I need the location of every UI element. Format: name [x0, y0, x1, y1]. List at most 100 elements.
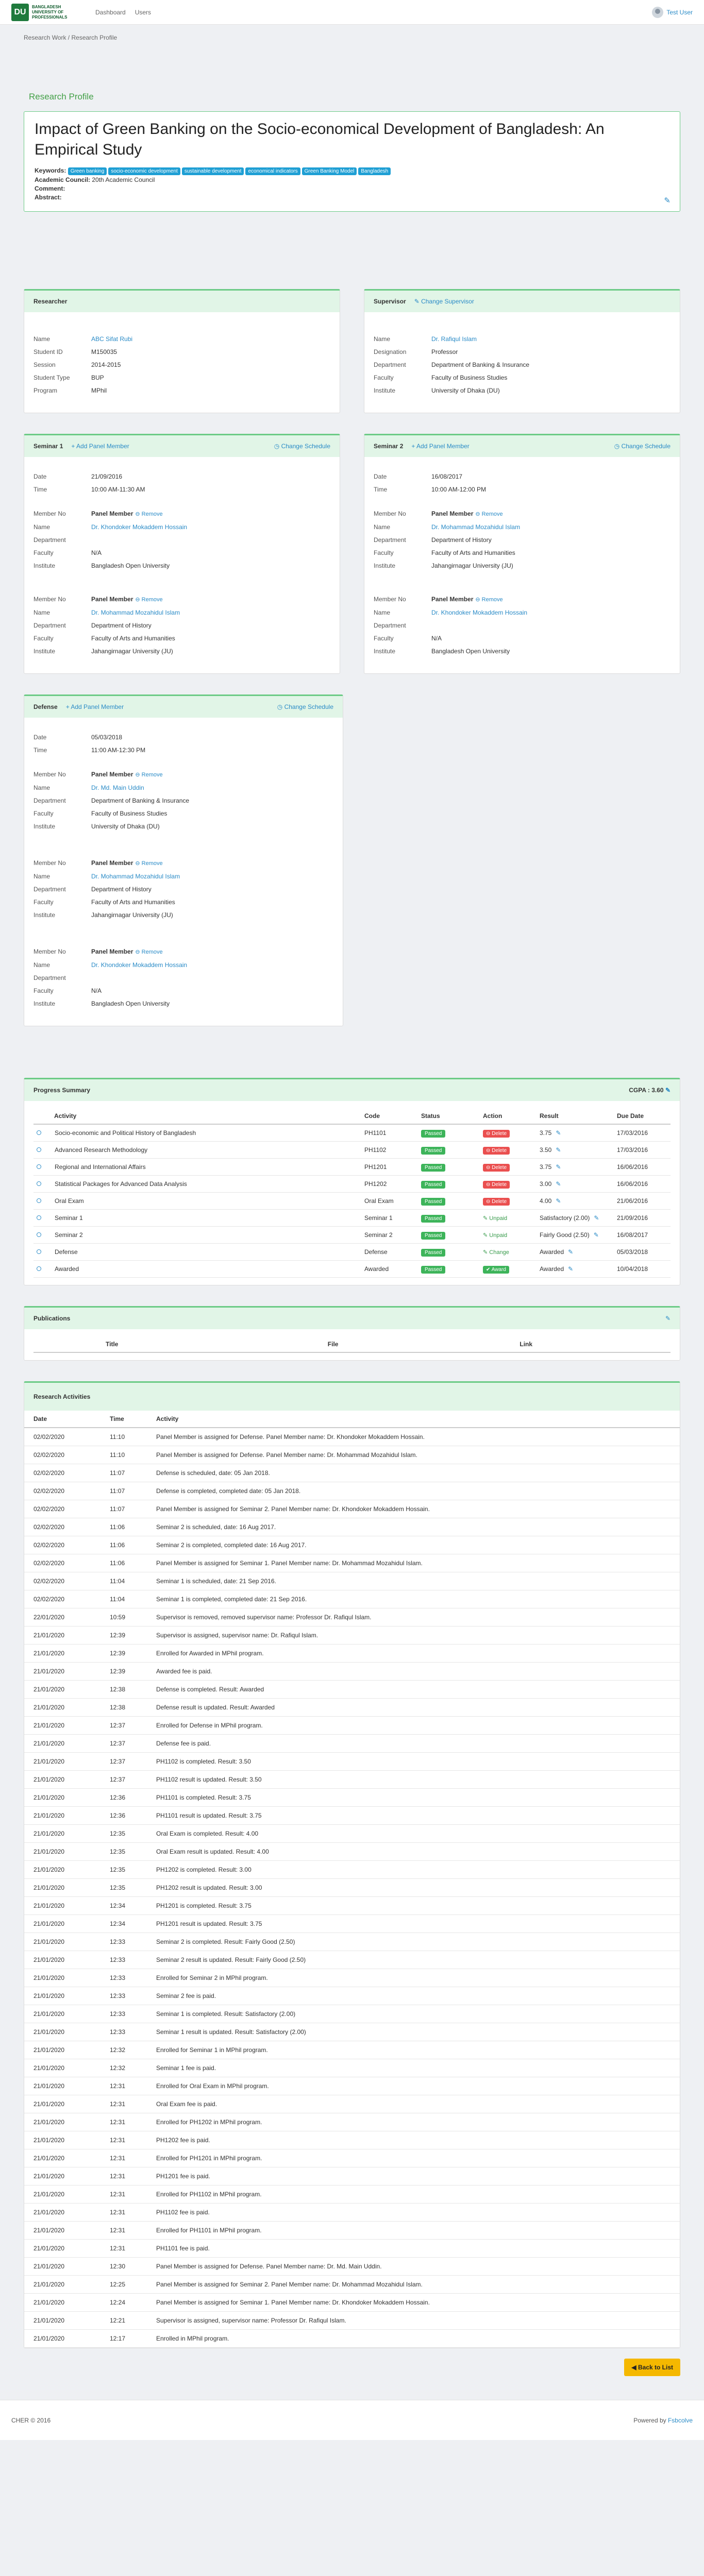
detail-value: Department of History	[91, 622, 152, 629]
info-circle-icon[interactable]	[37, 1249, 41, 1254]
info-circle-icon[interactable]	[37, 1266, 41, 1271]
remove-member-button[interactable]: ⊖ Remove	[135, 860, 162, 867]
edit-publications-icon[interactable]: ✎	[665, 1315, 671, 1322]
edit-result-icon[interactable]: ✎	[568, 1265, 573, 1273]
activity-text: PH1102 result is updated. Result: 3.50	[147, 1770, 680, 1789]
activity-text: Seminar 2 fee is paid.	[147, 1987, 680, 2005]
remove-member-button[interactable]: ⊖ Remove	[135, 511, 162, 517]
edit-result-icon[interactable]: ✎	[556, 1129, 561, 1137]
result-cell: Awarded ✎	[537, 1260, 614, 1278]
edit-result-icon[interactable]: ✎	[594, 1231, 599, 1239]
info-circle-icon[interactable]	[37, 1215, 41, 1220]
activity-time: 12:33	[100, 2023, 147, 2041]
back-to-list-button[interactable]: ◀ Back to List	[624, 2359, 680, 2376]
person-link[interactable]: Dr. Rafiqul Islam	[431, 335, 477, 343]
info-circle-icon[interactable]	[37, 1198, 41, 1203]
remove-member-button[interactable]: ⊖ Remove	[475, 597, 502, 603]
seminar2-card: Seminar 2 + Add Panel Member ◷ Change Sche…	[364, 434, 680, 674]
result-value: Awarded	[540, 1265, 564, 1273]
action-link[interactable]: ✎ Change	[483, 1249, 509, 1256]
edit-result-icon[interactable]: ✎	[568, 1248, 573, 1256]
activity-text: Enrolled for PH1102 in MPhil program.	[147, 2185, 680, 2204]
activity-text: Panel Member is assigned for Seminar 1. …	[147, 2293, 680, 2312]
person-link[interactable]: Dr. Mohammad Mozahidul Islam	[431, 523, 520, 531]
activity-time: 12:31	[100, 2167, 147, 2185]
add-panel-member-link[interactable]: + Add Panel Member	[66, 703, 124, 710]
detail-value: Bangladesh Open University	[91, 562, 170, 569]
delete-button[interactable]: ⊖ Delete	[483, 1164, 510, 1172]
activity-date: 02/02/2020	[24, 1590, 100, 1608]
info-circle-icon[interactable]	[37, 1147, 41, 1152]
delete-button[interactable]: ⊖ Delete	[483, 1147, 510, 1155]
user-menu[interactable]: Test User	[652, 6, 693, 18]
change-schedule-link[interactable]: ◷ Change Schedule	[274, 443, 330, 450]
edit-result-icon[interactable]: ✎	[556, 1197, 561, 1205]
delete-button[interactable]: ⊖ Delete	[483, 1181, 510, 1189]
remove-member-button[interactable]: ⊖ Remove	[475, 511, 502, 517]
change-supervisor-link[interactable]: ✎ Change Supervisor	[414, 298, 474, 305]
edit-pencil-icon[interactable]: ✎	[664, 196, 671, 205]
action-link[interactable]: ✎ Unpaid	[483, 1232, 507, 1239]
activity-text: Defense result is updated. Result: Award…	[147, 1698, 680, 1717]
change-schedule-link[interactable]: ◷ Change Schedule	[277, 703, 333, 710]
info-circle-icon[interactable]	[37, 1181, 41, 1186]
status-cell: Passed	[418, 1175, 480, 1193]
activity-date: 21/01/2020	[24, 2095, 100, 2113]
activity-date: 21/01/2020	[24, 1842, 100, 1861]
info-circle-icon[interactable]	[37, 1130, 41, 1135]
info-circle-icon[interactable]	[37, 1232, 41, 1237]
edit-result-icon[interactable]: ✎	[556, 1146, 561, 1154]
person-link[interactable]: Dr. Khondoker Mokaddem Hossain	[431, 609, 527, 616]
remove-member-button[interactable]: ⊖ Remove	[135, 949, 162, 955]
activity-time: 11:06	[100, 1554, 147, 1572]
detail-value: University of Dhaka (DU)	[91, 823, 160, 830]
edit-cgpa-icon[interactable]: ✎	[665, 1087, 671, 1094]
defense-card: Defense + Add Panel Member ◷ Change Schedu…	[24, 694, 343, 1026]
info-circle-icon[interactable]	[37, 1164, 41, 1169]
member-institute: Institute University of Dhaka (DU)	[33, 820, 333, 833]
person-link[interactable]: Dr. Khondoker Mokaddem Hossain	[91, 523, 187, 531]
nav-users[interactable]: Users	[135, 9, 151, 16]
edit-result-icon[interactable]: ✎	[594, 1214, 599, 1222]
remove-member-button[interactable]: ⊖ Remove	[135, 597, 162, 603]
person-link[interactable]: ABC Sifat Rubi	[91, 335, 132, 343]
activity-time: 12:21	[100, 2311, 147, 2330]
change-schedule-link[interactable]: ◷ Change Schedule	[614, 443, 671, 450]
detail-row: Name ABC Sifat Rubi	[33, 333, 330, 346]
university-logo[interactable]: DU BANGLADESH UNIVERSITY OF PROFESSIONAL…	[11, 3, 81, 21]
detail-value: N/A	[91, 549, 102, 556]
table-row: 21/01/2020 12:31 Enrolled for Oral Exam in…	[24, 2077, 680, 2095]
person-link[interactable]: Dr. Mohammad Mozahidul Islam	[91, 873, 180, 880]
activity-date: 02/02/2020	[24, 1518, 100, 1536]
panel-member-label: Panel Member	[91, 859, 133, 867]
activity-text: PH1102 fee is paid.	[147, 2203, 680, 2222]
table-row: 21/01/2020 12:33 Seminar 1 result is updat…	[24, 2023, 680, 2041]
person-link[interactable]: Dr. Md. Main Uddin	[91, 784, 144, 791]
detail-key: Department	[33, 622, 66, 629]
action-link[interactable]: ✎ Unpaid	[483, 1215, 507, 1222]
person-link[interactable]: Dr. Mohammad Mozahidul Islam	[91, 609, 180, 616]
edit-result-icon[interactable]: ✎	[556, 1180, 561, 1188]
activity-date: 21/01/2020	[24, 1878, 100, 1897]
status-badge: Passed	[421, 1164, 446, 1172]
activity-time: 12:31	[100, 2221, 147, 2240]
award-button[interactable]: ✔ Award	[483, 1266, 509, 1274]
edit-result-icon[interactable]: ✎	[556, 1163, 561, 1171]
add-panel-member-link[interactable]: + Add Panel Member	[411, 443, 469, 450]
table-row: 21/01/2020 12:33 Seminar 2 result is updat…	[24, 1951, 680, 1969]
person-link[interactable]: Dr. Khondoker Mokaddem Hossain	[91, 961, 187, 969]
nav-dashboard[interactable]: Dashboard	[95, 9, 126, 16]
table-row: 21/01/2020 12:38 Defense is completed. Res…	[24, 1680, 680, 1699]
footer-powered-link[interactable]: Fsbcolve	[668, 2417, 693, 2424]
add-panel-member-link[interactable]: + Add Panel Member	[71, 443, 129, 450]
delete-button[interactable]: ⊖ Delete	[483, 1198, 510, 1206]
activity-time: 11:10	[100, 1446, 147, 1464]
delete-button[interactable]: ⊖ Delete	[483, 1130, 510, 1138]
detail-key: Department	[33, 797, 66, 804]
activity-time: 11:06	[100, 1536, 147, 1554]
activity-time: 12:33	[100, 1951, 147, 1969]
result-cell: Awarded ✎	[537, 1243, 614, 1261]
remove-member-button[interactable]: ⊖ Remove	[135, 772, 162, 778]
table-row: 21/01/2020 12:35 PH1202 result is updated.…	[24, 1878, 680, 1897]
cgpa-value[interactable]: CGPA : 3.60 ✎	[629, 1087, 671, 1094]
